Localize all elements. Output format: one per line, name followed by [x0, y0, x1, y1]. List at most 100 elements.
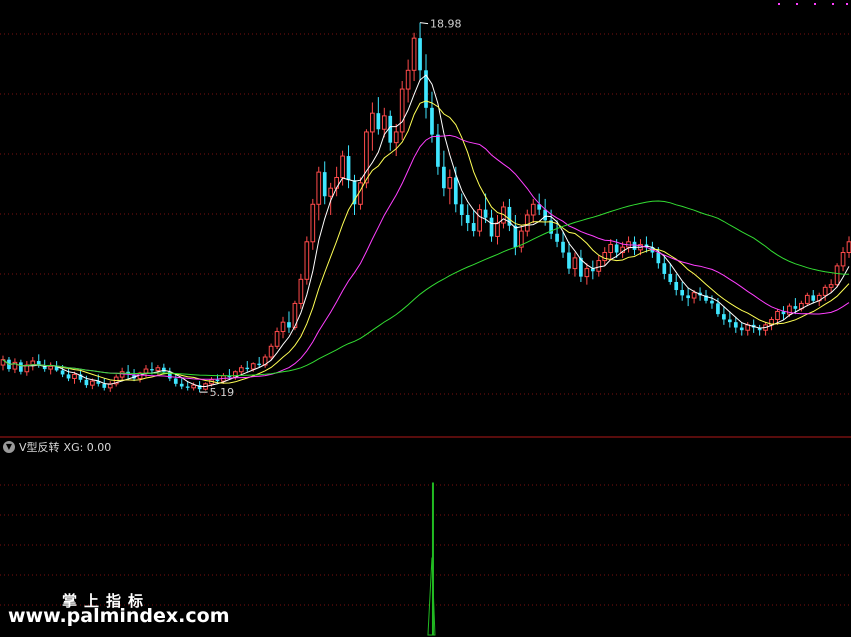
candle-body-up — [155, 367, 161, 371]
candle-body-up — [340, 155, 345, 178]
candle-body-down — [150, 369, 154, 371]
candle-body-down — [793, 306, 798, 309]
indicator-title: ▼ V型反转 XG: 0.00 — [3, 440, 111, 454]
candle-body-down — [257, 363, 262, 366]
candle-body-down — [555, 233, 559, 242]
corner-dot — [778, 3, 780, 5]
candle-body-up — [411, 37, 417, 71]
candlestick-series — [0, 22, 851, 393]
candle-body-down — [346, 156, 351, 181]
candle-body-down — [442, 166, 446, 189]
candle-body-down — [84, 379, 89, 386]
candle-body-up — [834, 265, 840, 286]
candle-body-down — [567, 252, 571, 269]
candle-body-up — [477, 209, 482, 232]
candle-body-down — [19, 362, 23, 372]
indicator-name: V型反转 — [19, 441, 60, 454]
candle-body-down — [322, 172, 327, 197]
candle-body-up — [524, 214, 530, 232]
candle-body-up — [90, 380, 95, 386]
candle-body-down — [185, 386, 190, 388]
candle-body-up — [405, 69, 411, 90]
candle-body-up — [804, 294, 810, 304]
candle-body-up — [143, 368, 149, 374]
ma20-line — [2, 134, 850, 380]
candle-body-up — [822, 286, 828, 296]
high-price-label: 18.98 — [430, 18, 462, 31]
low-price-label: 5.19 — [210, 386, 235, 399]
chevron-down-icon[interactable]: ▼ — [3, 441, 15, 453]
candle-body-up — [310, 203, 316, 243]
candle-body-down — [465, 215, 470, 224]
signal-bars — [427, 482, 436, 636]
candle-body-up — [447, 176, 453, 189]
candle-body-down — [632, 241, 637, 250]
candle-body-up — [191, 384, 196, 389]
candle-body-up — [304, 241, 310, 280]
candle-body-down — [102, 383, 107, 388]
candle-body-up — [358, 182, 363, 205]
candle-body-up — [328, 187, 334, 197]
moving-average-lines — [2, 74, 850, 387]
candle-body-down — [287, 322, 291, 328]
candle-body-up — [72, 373, 77, 379]
ma10-line — [2, 100, 850, 384]
candle-body-up — [399, 88, 405, 133]
candle-body-down — [215, 379, 220, 382]
candle-body-down — [513, 225, 518, 248]
candle-body-down — [543, 209, 548, 221]
ma5-line — [2, 74, 850, 387]
candle-body-down — [245, 367, 250, 370]
candle-body-up — [393, 131, 399, 144]
corner-dot — [846, 3, 848, 5]
corner-dot — [796, 3, 798, 5]
candle-body-down — [471, 223, 476, 232]
candle-body-down — [656, 252, 661, 264]
candle-body-down — [436, 134, 440, 167]
candle-body-up — [250, 363, 256, 370]
stock-chart: 18.98 5.19 — [0, 3, 851, 636]
candle-body-down — [739, 327, 744, 331]
candle-body-down — [722, 314, 726, 320]
candle-body-up — [48, 365, 54, 370]
candle-body-up — [584, 268, 590, 278]
candle-body-up — [828, 284, 834, 288]
candle-body-down — [811, 295, 816, 301]
candle-body-up — [775, 310, 780, 321]
candle-body-down — [489, 217, 494, 237]
candle-body-up — [602, 252, 608, 262]
candle-body-up — [268, 345, 274, 358]
candle-body-down — [674, 281, 679, 291]
candle-body-up — [274, 331, 280, 347]
candle-body-up — [495, 222, 500, 237]
candle-body-down — [418, 38, 422, 71]
indicator-value: XG: 0.00 — [63, 440, 112, 454]
candle-body-up — [381, 115, 387, 130]
corner-dot — [814, 3, 816, 5]
candle-body-down — [716, 303, 720, 315]
corner-dots — [778, 3, 848, 5]
candle-body-down — [727, 319, 732, 323]
candle-body-down — [680, 290, 685, 296]
watermark-url: www.palmindex.com — [8, 605, 230, 627]
candle-body-down — [710, 300, 714, 304]
candle-body-down — [686, 295, 690, 299]
candle-body-up — [846, 241, 851, 254]
candle-body-up — [840, 252, 846, 267]
candle-body-down — [179, 383, 184, 387]
candle-body-down — [668, 273, 673, 282]
candle-body-down — [376, 113, 381, 130]
candle-body-up — [572, 257, 578, 270]
candle-body-up — [316, 171, 322, 205]
corner-dot — [832, 3, 834, 5]
candle-body-up — [608, 243, 614, 254]
indicator-grid-lines — [0, 484, 851, 606]
candle-body-up — [238, 367, 244, 373]
candle-body-down — [614, 244, 619, 253]
candle-body-down — [388, 115, 393, 143]
candle-body-up — [691, 292, 697, 299]
candle-body-down — [453, 177, 458, 205]
candle-body-down — [662, 263, 667, 274]
candle-body-down — [60, 370, 65, 375]
candle-body-up — [298, 278, 304, 304]
